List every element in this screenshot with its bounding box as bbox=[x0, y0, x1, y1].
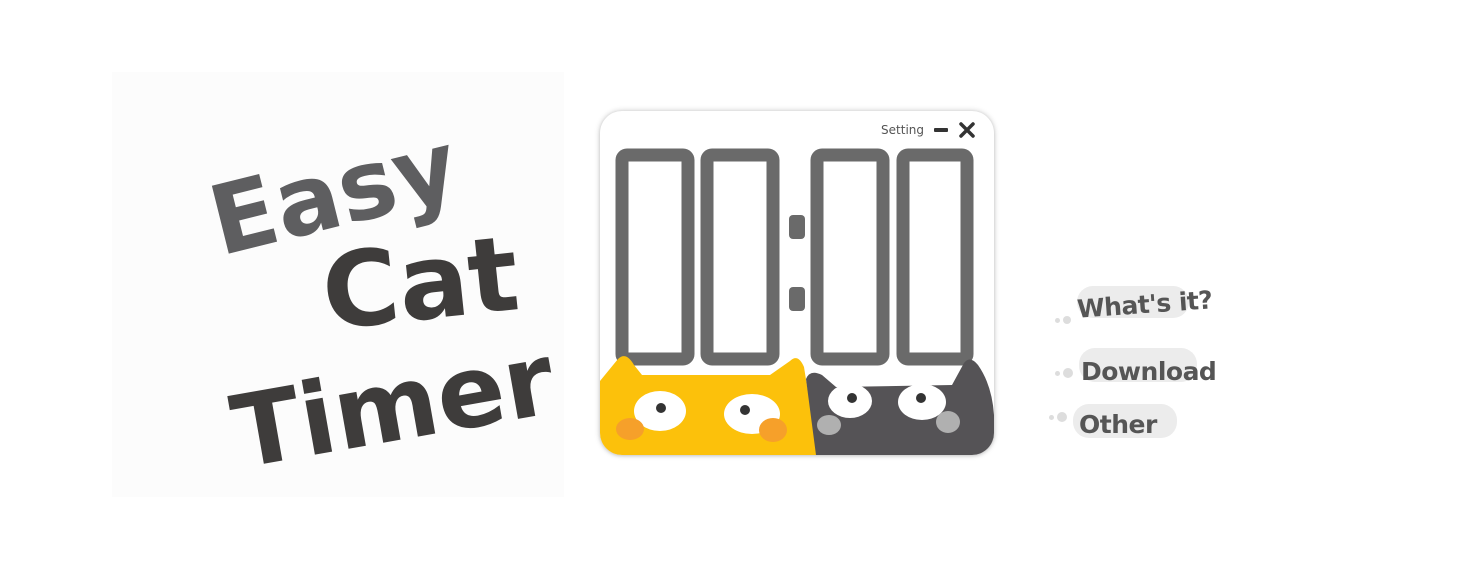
menu-item-download[interactable]: Download bbox=[1055, 338, 1235, 390]
side-menu: What's it? Download Other bbox=[1045, 272, 1245, 452]
menu-dots bbox=[1049, 412, 1067, 422]
menu-dots bbox=[1055, 316, 1071, 324]
svg-text:0: 0 bbox=[655, 260, 656, 262]
svg-text:0: 0 bbox=[740, 260, 741, 262]
cats-illustration bbox=[600, 356, 994, 455]
digit-minutes-tens: 0 bbox=[615, 148, 695, 366]
menu-item-other[interactable]: Other bbox=[1049, 396, 1229, 444]
time-separator: : bbox=[789, 215, 805, 311]
timer-window: Setting 0 0 : 0 0 bbox=[600, 111, 994, 455]
easy-cat-timer-logo: Easy Cat Timer bbox=[199, 109, 563, 492]
digit-seconds-ones: 0 bbox=[896, 148, 974, 366]
gray-cat bbox=[806, 359, 994, 455]
logo-timer-text: Timer bbox=[223, 320, 563, 492]
menu-item-label: Other bbox=[1079, 409, 1157, 439]
yellow-cat bbox=[600, 356, 818, 455]
digit-minutes-ones: 0 bbox=[700, 148, 780, 366]
menu-item-whats-it[interactable]: What's it? bbox=[1055, 272, 1235, 328]
svg-text:0: 0 bbox=[935, 260, 936, 262]
logo-panel: Easy Cat Timer bbox=[112, 72, 564, 497]
menu-dots bbox=[1055, 368, 1073, 378]
svg-text::: : bbox=[797, 260, 798, 262]
svg-text:0: 0 bbox=[850, 260, 851, 262]
digit-seconds-tens: 0 bbox=[810, 148, 890, 366]
menu-item-label: Download bbox=[1081, 356, 1217, 386]
